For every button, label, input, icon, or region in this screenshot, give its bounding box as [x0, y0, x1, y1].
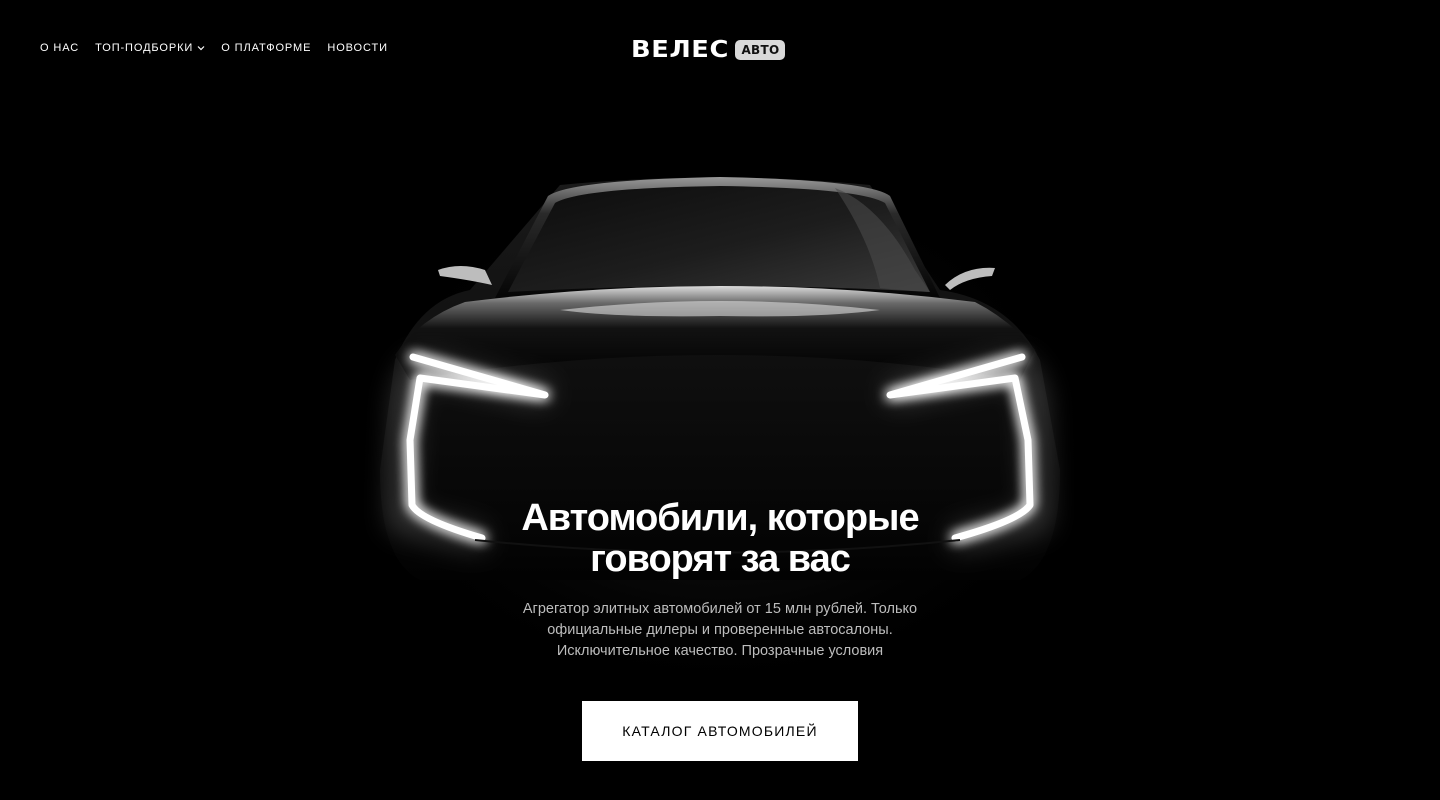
hero-subtitle-line-3: Исключительное качество. Прозрачные усло… — [556, 643, 884, 659]
nav-item-label: О ПЛАТФОРМЕ — [221, 42, 312, 54]
hero-subtitle-line-1: Агрегатор элитных автомобилей от 15 млн … — [522, 601, 918, 617]
nav-item-label: О НАС — [40, 42, 80, 54]
nav-item-about[interactable]: О НАС — [40, 42, 79, 54]
site-header: О НАС ТОП-ПОДБОРКИ О ПЛАТФОРМЕ НОВОСТИ В… — [0, 0, 1440, 96]
nav-item-news[interactable]: НОВОСТИ — [327, 42, 388, 54]
nav-item-label: ТОП-ПОДБОРКИ — [95, 42, 194, 54]
page: О НАС ТОП-ПОДБОРКИ О ПЛАТФОРМЕ НОВОСТИ В… — [0, 0, 1440, 800]
logo-badge: АВТО — [735, 40, 786, 60]
hero-title-line-1: Автомобили, которые — [521, 497, 919, 539]
hero-subtitle-line-2: официальные дилеры и проверенные автосал… — [547, 622, 893, 638]
hero-title-line-2: говорят за вас — [590, 538, 851, 580]
site-logo[interactable]: ВЕЛЕС АВТО — [631, 37, 786, 63]
main-nav: О НАС ТОП-ПОДБОРКИ О ПЛАТФОРМЕ НОВОСТИ — [40, 42, 388, 54]
nav-item-label: НОВОСТИ — [327, 42, 388, 54]
nav-item-top-collections[interactable]: ТОП-ПОДБОРКИ — [95, 42, 205, 54]
hero-car-image — [0, 0, 1440, 800]
catalog-button[interactable]: КАТАЛОГ АВТОМОБИЛЕЙ — [582, 701, 858, 761]
chevron-down-icon — [197, 46, 205, 51]
hero-title: Автомобили, которые говорят за вас — [420, 498, 1020, 580]
nav-item-platform[interactable]: О ПЛАТФОРМЕ — [221, 42, 311, 54]
hero-subtitle: Агрегатор элитных автомобилей от 15 млн … — [480, 599, 960, 662]
logo-wordmark: ВЕЛЕС — [631, 37, 729, 63]
